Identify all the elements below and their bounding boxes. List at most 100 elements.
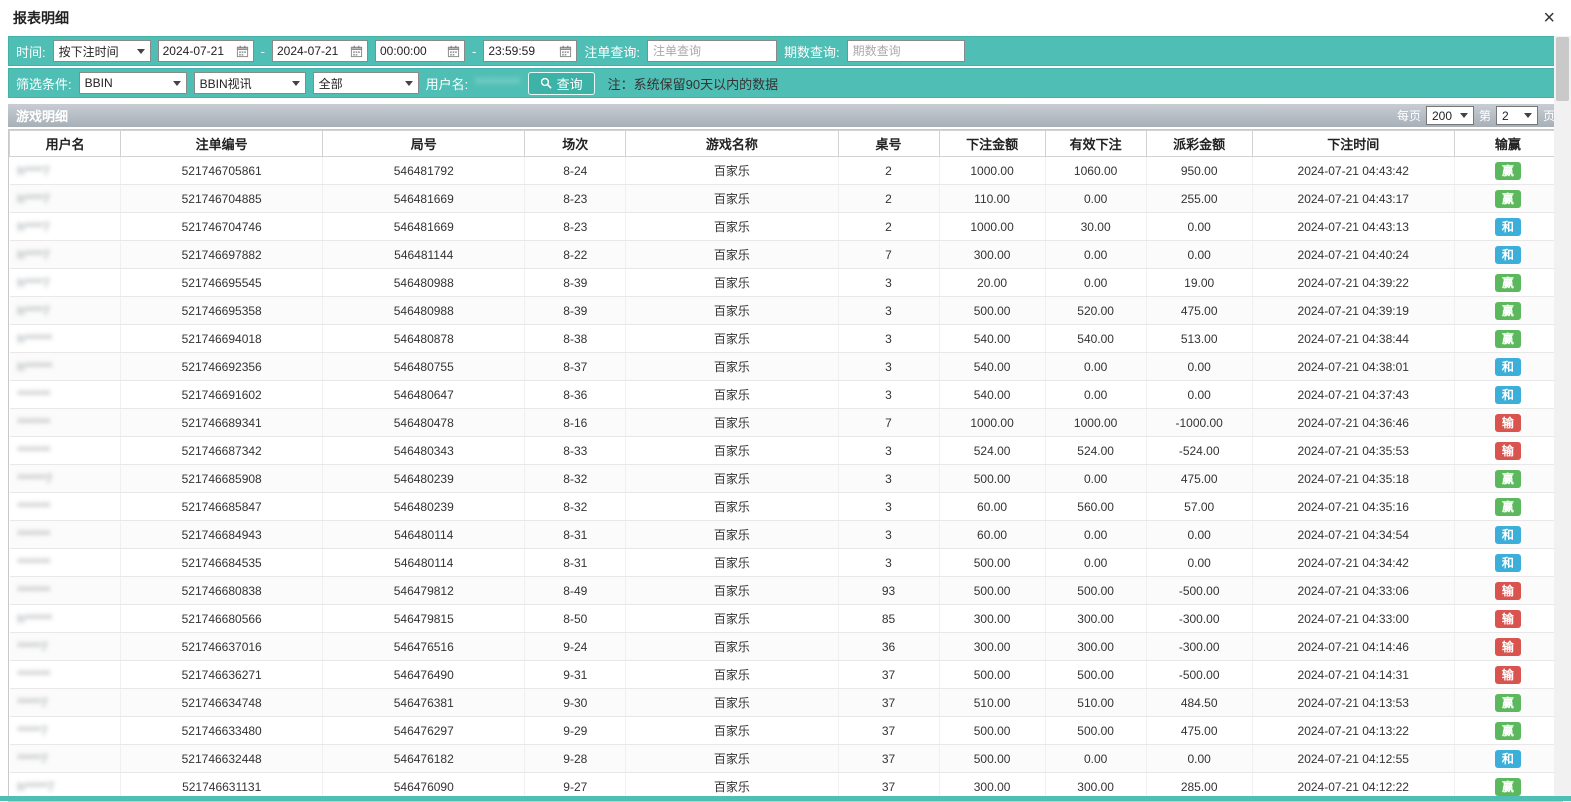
page-prefix-label: 第 <box>1479 107 1491 124</box>
table-row: h******5217466923565464807558-37百家乐3540.… <box>10 353 1562 381</box>
result-cell: 和 <box>1454 549 1561 577</box>
session-cell: 8-32 <box>525 465 626 493</box>
table-row: h****75217466955455464809888-39百家乐320.00… <box>10 269 1562 297</box>
round-cell: 546479812 <box>323 577 525 605</box>
date-to-field[interactable] <box>272 40 368 62</box>
game-scope-select[interactable]: 全部 <box>313 72 419 94</box>
bet-time-cell: 2024-07-21 04:38:44 <box>1252 325 1454 353</box>
close-icon[interactable]: × <box>1543 8 1555 28</box>
bet-id-cell: 521746705861 <box>121 157 323 185</box>
valid-bet-cell: 0.00 <box>1045 185 1146 213</box>
calendar-icon[interactable] <box>559 45 572 58</box>
valid-bet-cell: 0.00 <box>1045 745 1146 773</box>
time-to-input[interactable] <box>488 44 556 58</box>
table-row: h****75217467048855464816698-23百家乐2110.0… <box>10 185 1562 213</box>
bet-time-cell: 2024-07-21 04:35:53 <box>1252 437 1454 465</box>
table-row: h****75217466978825464811448-22百家乐7300.0… <box>10 241 1562 269</box>
per-page-label: 每页 <box>1397 107 1421 124</box>
valid-bet-cell: 540.00 <box>1045 325 1146 353</box>
bet-id-cell: 521746695358 <box>121 297 323 325</box>
valid-bet-cell: 1060.00 <box>1045 157 1146 185</box>
username-cell: ******7 <box>10 465 121 493</box>
page-value: 2 <box>1502 109 1509 123</box>
bet-query-label: 注单查询: <box>584 42 640 61</box>
result-cell: 赢 <box>1454 269 1561 297</box>
result-badge-lose: 输 <box>1495 582 1521 600</box>
username-cell: ******* <box>10 549 121 577</box>
bottom-accent-strip <box>0 796 1571 801</box>
valid-bet-cell: 30.00 <box>1045 213 1146 241</box>
bet-time-cell: 2024-07-21 04:34:42 <box>1252 549 1454 577</box>
username-cell: *****7 <box>10 745 121 773</box>
blurred-username: h****7 <box>18 220 50 234</box>
result-cell: 赢 <box>1454 689 1561 717</box>
search-button[interactable]: 查询 <box>528 72 595 95</box>
calendar-icon[interactable] <box>350 45 363 58</box>
valid-bet-cell: 0.00 <box>1045 521 1146 549</box>
result-cell: 赢 <box>1454 297 1561 325</box>
result-badge-tie: 和 <box>1495 218 1521 236</box>
round-cell: 546480239 <box>323 465 525 493</box>
chevron-down-icon <box>292 81 300 86</box>
valid-bet-cell: 0.00 <box>1045 549 1146 577</box>
platform-select[interactable]: BBIN <box>79 72 187 94</box>
session-cell: 8-39 <box>525 297 626 325</box>
session-cell: 8-31 <box>525 549 626 577</box>
date-to-input[interactable] <box>277 44 347 58</box>
username-cell: *****7 <box>10 633 121 661</box>
valid-bet-cell: 0.00 <box>1045 381 1146 409</box>
bet-id-cell: 521746694018 <box>121 325 323 353</box>
blurred-username: *****7 <box>18 640 48 654</box>
game-name-cell: 百家乐 <box>626 185 838 213</box>
session-cell: 8-39 <box>525 269 626 297</box>
result-cell: 和 <box>1454 521 1561 549</box>
payout-cell: -1000.00 <box>1146 409 1252 437</box>
session-cell: 8-23 <box>525 185 626 213</box>
page-select[interactable]: 2 <box>1496 106 1538 125</box>
bet-amount-cell: 524.00 <box>939 437 1045 465</box>
round-cell: 546480878 <box>323 325 525 353</box>
valid-bet-cell: 524.00 <box>1045 437 1146 465</box>
time-type-select[interactable]: 按下注时间 <box>53 40 151 62</box>
per-page-select[interactable]: 200 <box>1426 106 1474 125</box>
table-row: h****75217466953585464809888-39百家乐3500.0… <box>10 297 1562 325</box>
vertical-scrollbar[interactable] <box>1554 36 1571 796</box>
time-from-input[interactable] <box>380 44 444 58</box>
bet-query-input[interactable] <box>647 40 777 62</box>
date-from-input[interactable] <box>163 44 233 58</box>
time-from-field[interactable] <box>375 40 465 62</box>
blurred-username: ******* <box>18 500 51 514</box>
game-name-cell: 百家乐 <box>626 521 838 549</box>
blurred-username: ******* <box>18 528 51 542</box>
calendar-icon[interactable] <box>447 45 460 58</box>
date-from-field[interactable] <box>158 40 254 62</box>
table-no-cell: 2 <box>838 185 939 213</box>
bet-time-cell: 2024-07-21 04:14:31 <box>1252 661 1454 689</box>
session-cell: 8-32 <box>525 493 626 521</box>
scrollbar-thumb[interactable] <box>1556 37 1569 101</box>
username-cell: ******* <box>10 577 121 605</box>
retention-note: 注：系统保留90天以内的数据 <box>608 74 778 93</box>
game-name-cell: 百家乐 <box>626 549 838 577</box>
category-select[interactable]: BBIN视讯 <box>194 72 306 94</box>
bet-id-cell: 521746689341 <box>121 409 323 437</box>
round-cell: 546479815 <box>323 605 525 633</box>
table-no-cell: 3 <box>838 269 939 297</box>
result-badge-tie: 和 <box>1495 750 1521 768</box>
table-row: h******5217466805665464798158-50百家乐85300… <box>10 605 1562 633</box>
bet-amount-cell: 540.00 <box>939 325 1045 353</box>
round-cell: 546476381 <box>323 689 525 717</box>
result-badge-tie: 和 <box>1495 246 1521 264</box>
time-to-field[interactable] <box>483 40 577 62</box>
header-game-name: 游戏名称 <box>626 131 838 157</box>
bet-time-cell: 2024-07-21 04:39:19 <box>1252 297 1454 325</box>
table-no-cell: 3 <box>838 437 939 465</box>
calendar-icon[interactable] <box>236 45 249 58</box>
period-query-input[interactable] <box>847 40 965 62</box>
time-range-separator: - <box>472 44 476 59</box>
session-cell: 8-31 <box>525 521 626 549</box>
result-cell: 赢 <box>1454 493 1561 521</box>
list-title: 游戏明细 <box>16 106 68 125</box>
blurred-username: ******* <box>18 444 51 458</box>
round-cell: 546476490 <box>323 661 525 689</box>
